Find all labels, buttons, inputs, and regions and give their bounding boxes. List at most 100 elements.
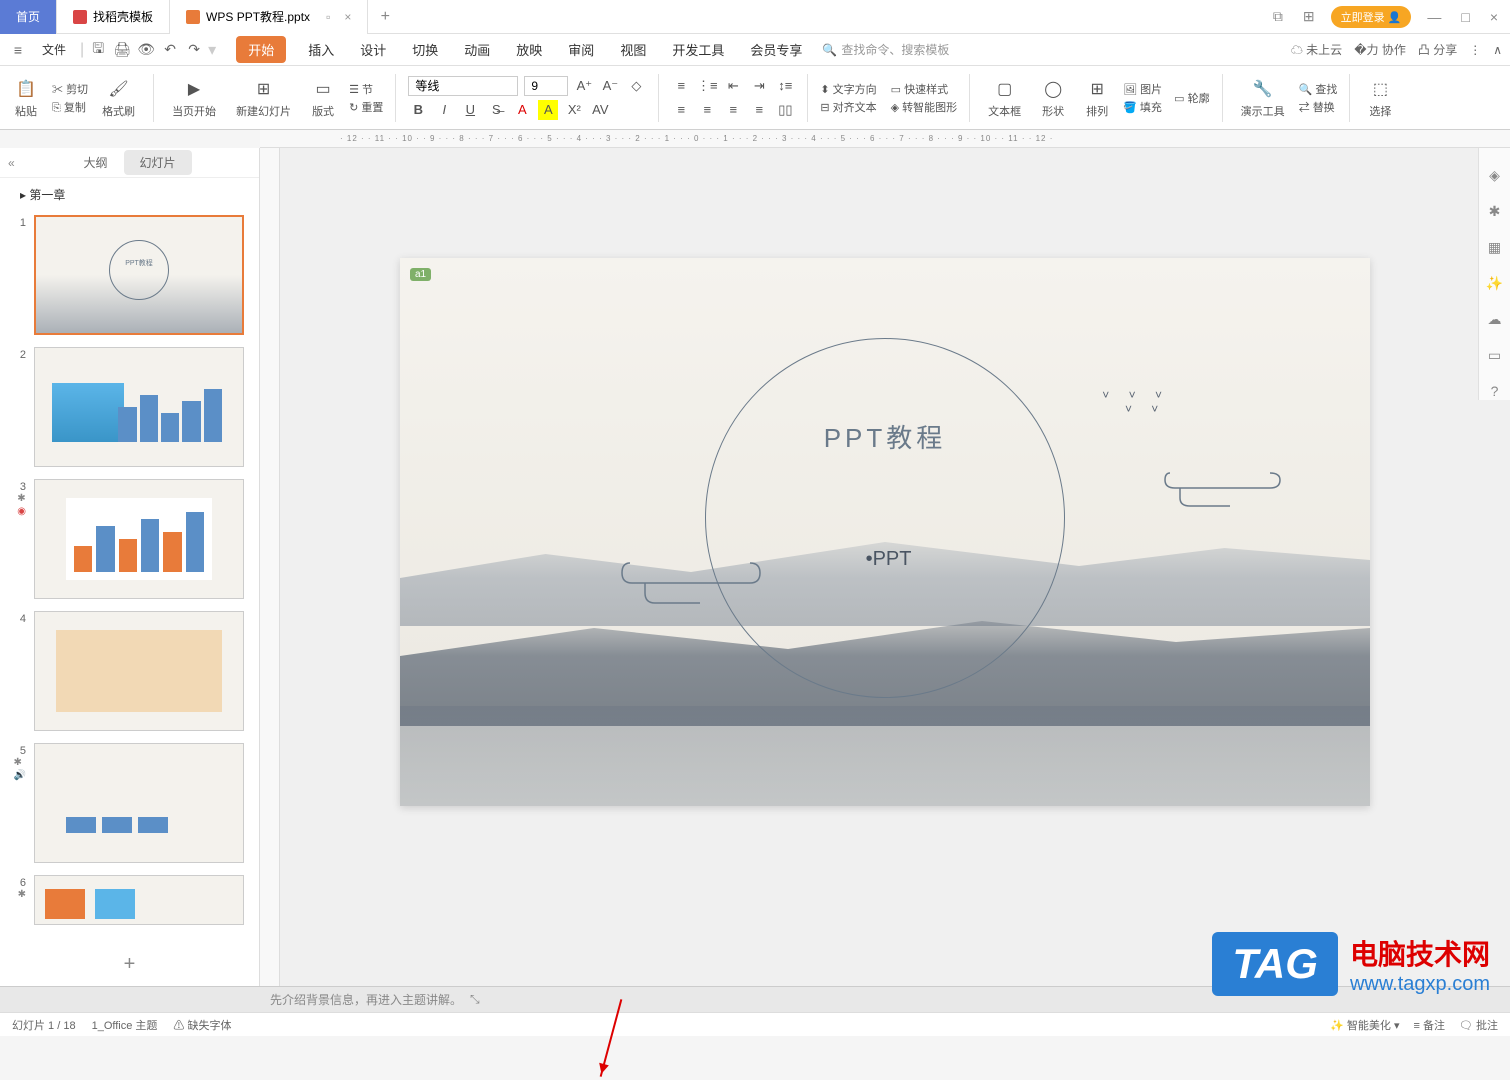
ribbon-tab-transition[interactable]: 切换 — [408, 36, 442, 63]
picture-button[interactable]: 🖼 图片 — [1123, 81, 1162, 97]
menu-icon[interactable]: ≡ — [8, 40, 28, 60]
number-list-icon[interactable]: ⋮≡ — [697, 76, 717, 96]
more-icon[interactable]: ⋮ — [1469, 43, 1481, 57]
copy-button[interactable]: ⎘ 复制 — [52, 99, 88, 115]
grid-icon[interactable]: ⊞ — [1299, 8, 1319, 25]
login-button[interactable]: 立即登录 👤 — [1331, 6, 1412, 28]
share-button[interactable]: 凸 分享 — [1418, 41, 1457, 58]
ribbon-tab-design[interactable]: 设计 — [356, 36, 390, 63]
thumb-item[interactable]: 2 — [12, 347, 247, 467]
notes-toggle[interactable]: ≡ 备注 — [1413, 1017, 1444, 1033]
slide-thumb-3[interactable] — [34, 479, 244, 599]
layout-button[interactable]: ▭版式 — [305, 70, 341, 126]
chapter-label[interactable]: ▸ 第一章 — [0, 178, 259, 211]
rail-cloud-icon[interactable]: ☁ — [1486, 310, 1504, 328]
increase-font-icon[interactable]: A⁺ — [574, 76, 594, 96]
align-right-icon[interactable]: ≡ — [723, 100, 743, 120]
tab-menu-icon[interactable]: ▫ — [326, 10, 330, 24]
underline-button[interactable]: U — [460, 100, 480, 120]
columns-icon[interactable]: ▯▯ — [775, 100, 795, 120]
theme-name[interactable]: 1_Office 主题 — [92, 1017, 158, 1033]
thumb-item[interactable]: 3 ✱◉ — [12, 479, 247, 599]
outline-tab[interactable]: 大纲 — [67, 150, 123, 175]
rail-present-icon[interactable]: ▭ — [1486, 346, 1504, 364]
align-center-icon[interactable]: ≡ — [697, 100, 717, 120]
select-button[interactable]: ⬚选择 — [1362, 70, 1398, 126]
ribbon-tab-insert[interactable]: 插入 — [304, 36, 338, 63]
clear-format-icon[interactable]: ◇ — [626, 76, 646, 96]
undo-icon[interactable]: ↶ — [160, 40, 180, 60]
thumb-item[interactable]: 6 ✱ — [12, 875, 247, 925]
ribbon-tab-start[interactable]: 开始 — [236, 36, 286, 63]
cut-button[interactable]: ✂ 剪切 — [52, 81, 88, 97]
bullet-list-icon[interactable]: ≡ — [671, 76, 691, 96]
convert-shape-button[interactable]: ◈ 转智能图形 — [891, 99, 958, 115]
print-icon[interactable]: 🖨 — [112, 40, 132, 60]
indent-left-icon[interactable]: ⇤ — [723, 76, 743, 96]
align-left-icon[interactable]: ≡ — [671, 100, 691, 120]
new-tab-button[interactable]: + — [368, 8, 402, 26]
redo-icon[interactable]: ↷ — [184, 40, 204, 60]
line-spacing-icon[interactable]: ↕≡ — [775, 76, 795, 96]
slide-thumb-2[interactable] — [34, 347, 244, 467]
bold-button[interactable]: B — [408, 100, 428, 120]
font-select[interactable] — [408, 76, 518, 96]
save-icon[interactable]: 🖫 — [88, 40, 108, 60]
ribbon-tab-view[interactable]: 视图 — [616, 36, 650, 63]
fill-button[interactable]: 🪣 填充 — [1123, 99, 1162, 115]
tab-home[interactable]: 首页 — [0, 0, 57, 34]
arrange-button[interactable]: ⊞排列 — [1079, 70, 1115, 126]
close-icon[interactable]: × — [344, 10, 351, 24]
outline-button[interactable]: ▭ 轮廓 — [1174, 90, 1209, 106]
size-select[interactable] — [524, 76, 568, 96]
add-slide-button[interactable]: + — [0, 943, 259, 986]
replace-button[interactable]: ⇄ 替换 — [1299, 99, 1338, 115]
rail-animation-icon[interactable]: ✱ — [1486, 202, 1504, 220]
align-justify-icon[interactable]: ≡ — [749, 100, 769, 120]
slide-thumb-4[interactable] — [34, 611, 244, 731]
decrease-font-icon[interactable]: A⁻ — [600, 76, 620, 96]
thumb-item[interactable]: 1 PPT教程 — [12, 215, 247, 335]
rail-element-icon[interactable]: ▦ — [1486, 238, 1504, 256]
search-box[interactable]: 🔍 查找命令、搜索模板 — [822, 41, 949, 58]
textbox-button[interactable]: ▢文本框 — [982, 70, 1027, 126]
slide-thumb-6[interactable] — [34, 875, 244, 925]
slide-title[interactable]: PPT教程 — [824, 418, 947, 455]
paste-group[interactable]: 📋粘贴 — [8, 70, 44, 126]
slide-canvas[interactable]: a1 PPT教程 •PPT ˅ ˅ ˅ ˅ ˅ — [400, 258, 1370, 806]
format-painter[interactable]: 🖌格式刷 — [96, 70, 141, 126]
align-text-button[interactable]: ⊟ 对齐文本 — [820, 99, 876, 115]
close-window-icon[interactable]: × — [1486, 9, 1502, 25]
indent-right-icon[interactable]: ⇥ — [749, 76, 769, 96]
font-color-button[interactable]: A — [512, 100, 532, 120]
ribbon-tab-animation[interactable]: 动画 — [460, 36, 494, 63]
tab-template[interactable]: 找稻壳模板 — [57, 0, 170, 34]
coop-button[interactable]: �力 协作 — [1354, 41, 1406, 58]
slide-subtitle[interactable]: •PPT — [866, 548, 912, 571]
collapse-panel-icon[interactable]: « — [8, 156, 15, 170]
beautify-button[interactable]: ✨ 智能美化 ▾ — [1330, 1017, 1399, 1033]
file-menu[interactable]: 文件 — [32, 38, 76, 61]
strike-button[interactable]: S̶ — [486, 100, 506, 120]
thumb-item[interactable]: 4 — [12, 611, 247, 731]
new-slide[interactable]: ⊞新建幻灯片 — [230, 70, 297, 126]
minimize-icon[interactable]: — — [1423, 9, 1445, 25]
rail-help-icon[interactable]: ? — [1486, 382, 1504, 400]
ribbon-tab-member[interactable]: 会员专享 — [746, 36, 806, 63]
slides-tab[interactable]: 幻灯片 — [124, 150, 192, 175]
comments-toggle[interactable]: 🗨 批注 — [1459, 1017, 1498, 1033]
slide-thumb-5[interactable] — [34, 743, 244, 863]
collapse-ribbon-icon[interactable]: ∧ — [1493, 43, 1502, 57]
tab-document[interactable]: WPS PPT教程.pptx▫× — [170, 0, 368, 34]
section-button[interactable]: ☰ 节 — [349, 81, 383, 97]
rail-style-icon[interactable]: ◈ — [1486, 166, 1504, 184]
highlight-button[interactable]: A — [538, 100, 558, 120]
missing-font[interactable]: ⚠ 缺失字体 — [173, 1017, 231, 1033]
char-spacing-button[interactable]: AV — [590, 100, 610, 120]
tools-button[interactable]: 🔧演示工具 — [1235, 70, 1291, 126]
rail-ai-icon[interactable]: ✨ — [1486, 274, 1504, 292]
superscript-button[interactable]: X² — [564, 100, 584, 120]
ribbon-tab-review[interactable]: 审阅 — [564, 36, 598, 63]
ribbon-tab-slideshow[interactable]: 放映 — [512, 36, 546, 63]
shape-button[interactable]: ◯形状 — [1035, 70, 1071, 126]
